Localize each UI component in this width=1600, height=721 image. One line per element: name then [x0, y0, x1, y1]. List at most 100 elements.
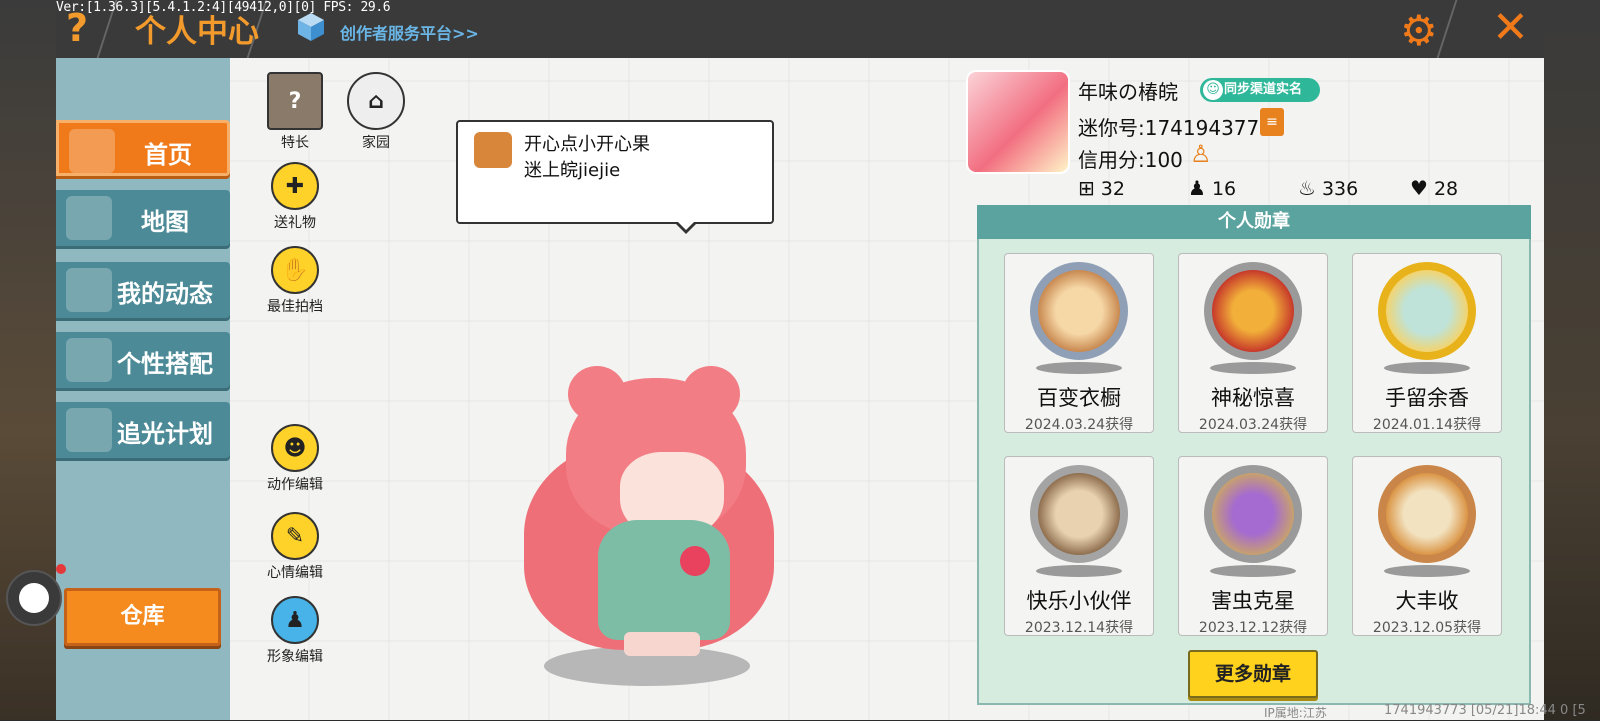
- badge-name: 手留余香: [1385, 386, 1469, 410]
- floating-assist-ball[interactable]: [6, 570, 62, 626]
- medal-pedestal: [1210, 565, 1296, 577]
- stat-likes[interactable]: ♥ 28: [1410, 176, 1458, 200]
- speech-bubble-tail-fill: [676, 220, 696, 230]
- handshake-icon: ✋: [271, 246, 319, 294]
- mood-face-icon: [474, 132, 512, 168]
- badge-name: 害虫克星: [1211, 589, 1295, 613]
- specialty-button[interactable]: ? 特长: [255, 72, 335, 152]
- badge-card[interactable]: 神秘惊喜 2024.03.24获得: [1178, 253, 1328, 433]
- flame-icon: ♨: [1298, 176, 1316, 200]
- sidebar-item-home[interactable]: 首页: [56, 120, 230, 176]
- footer-info: 1741943773 [05/21]18:44 0 [5: [1384, 703, 1586, 718]
- badge-date: 2023.12.05获得: [1372, 620, 1482, 636]
- cube-icon: [297, 12, 325, 42]
- action-edit-button[interactable]: ☻ 动作编辑: [255, 424, 335, 494]
- sidebar-item-outfit[interactable]: 个性搭配: [56, 332, 230, 388]
- sidebar-item-map[interactable]: 地图: [56, 190, 230, 246]
- stat-posts[interactable]: ⊞ 32: [1078, 176, 1125, 200]
- sidebar-item-label: 我的动态: [117, 280, 213, 308]
- close-icon[interactable]: ✕: [1492, 2, 1529, 53]
- badge-date: 2024.03.24获得: [1198, 417, 1308, 433]
- stat-fans[interactable]: ♟ 16: [1188, 176, 1236, 200]
- character-dress: [598, 520, 730, 640]
- avatar-edit-label: 形象编辑: [267, 649, 323, 665]
- copy-icon[interactable]: ≡: [1260, 108, 1284, 136]
- sidebar-item-label: 追光计划: [117, 420, 213, 448]
- badge-card[interactable]: 大丰收 2023.12.05获得: [1352, 456, 1502, 636]
- specialty-label: 特长: [281, 135, 309, 151]
- medal-pedestal: [1384, 565, 1470, 577]
- warehouse-button[interactable]: 仓库: [64, 588, 221, 646]
- avatar[interactable]: [966, 70, 1070, 174]
- question-box-icon: ?: [267, 72, 323, 130]
- badge-date: 2023.12.12获得: [1198, 620, 1308, 636]
- best-partner-label: 最佳拍档: [267, 299, 323, 315]
- fans-icon: ♟: [1188, 176, 1206, 200]
- stat-fans-value: 16: [1211, 178, 1237, 200]
- credit-person-icon[interactable]: ♙: [1190, 140, 1212, 168]
- more-badges-button[interactable]: 更多勋章: [1188, 650, 1318, 698]
- medal-wardrobe-icon: [1030, 262, 1128, 360]
- gift-icon: ✚: [271, 162, 319, 210]
- notification-dot: [56, 564, 66, 574]
- badge-card[interactable]: 害虫克星 2023.12.12获得: [1178, 456, 1328, 636]
- sidebar-item-label: 个性搭配: [117, 350, 213, 378]
- ip-location: IP属地:江苏: [1264, 706, 1327, 720]
- sidebar-item-my-updates[interactable]: 我的动态: [56, 262, 230, 318]
- medal-bug-icon: [1204, 465, 1302, 563]
- badge-name: 百变衣橱: [1037, 386, 1121, 410]
- credit-score: 信用分:100: [1078, 148, 1183, 172]
- send-gift-label: 送礼物: [274, 215, 316, 231]
- home-label: 家园: [362, 135, 390, 151]
- mood-edit-button[interactable]: ✎ 心情编辑: [255, 512, 335, 582]
- medal-pedestal: [1036, 362, 1122, 374]
- medal-pedestal: [1210, 362, 1296, 374]
- action-edit-label: 动作编辑: [267, 477, 323, 493]
- debug-version-text: Ver:[1.36.3][5.4.1.2:4][49412,0][0] FPS:…: [56, 0, 391, 15]
- shirt-icon: ♟: [271, 596, 319, 644]
- robot-icon: ☻: [271, 424, 319, 472]
- warehouse-button-label: 仓库: [120, 604, 165, 629]
- stat-popularity-value: 336: [1321, 178, 1359, 200]
- stat-popularity[interactable]: ♨ 336: [1298, 176, 1358, 200]
- medal-gift-icon: [1204, 262, 1302, 360]
- sidebar-item-light-plan[interactable]: 追光计划: [56, 402, 230, 458]
- avatar-edit-button[interactable]: ♟ 形象编辑: [255, 596, 335, 666]
- badge-card[interactable]: 手留余香 2024.01.14获得: [1352, 253, 1502, 433]
- medal-pedestal: [1036, 565, 1122, 577]
- medal-friends-icon: [1030, 465, 1128, 563]
- home-button[interactable]: ⌂ 家园: [336, 72, 416, 152]
- badge-date: 2023.12.14获得: [1024, 620, 1134, 636]
- best-partner-button[interactable]: ✋ 最佳拍档: [255, 246, 335, 316]
- top-bar-divider: [1436, 0, 1458, 58]
- medal-plant-icon: [1378, 262, 1476, 360]
- medal-harvest-icon: [1378, 465, 1476, 563]
- person-icon: ☺: [1203, 80, 1223, 100]
- character-rose: [680, 546, 710, 576]
- heart-icon: ♥: [1410, 176, 1428, 200]
- stat-posts-value: 32: [1100, 178, 1125, 200]
- badge-name: 神秘惊喜: [1211, 386, 1295, 410]
- mood-edit-label: 心情编辑: [267, 565, 323, 581]
- floating-ball-inner: [19, 583, 49, 613]
- stat-likes-value: 28: [1433, 178, 1459, 200]
- gear-icon[interactable]: ⚙: [1400, 6, 1438, 55]
- nickname: 年味の椿皖: [1078, 80, 1178, 104]
- mini-id: 迷你号:1741943773: [1078, 116, 1272, 140]
- badge-date: 2024.01.14获得: [1372, 417, 1482, 433]
- edit-pencil-icon: ✎: [271, 512, 319, 560]
- creator-platform-link[interactable]: 创作者服务平台>>: [340, 20, 479, 44]
- sidebar-item-label: 首页: [144, 141, 192, 169]
- badge-card[interactable]: 百变衣橱 2024.03.24获得: [1004, 253, 1154, 433]
- house-icon: ⌂: [347, 72, 405, 130]
- badge-name: 大丰收: [1395, 589, 1459, 613]
- right-frame: [1544, 0, 1600, 720]
- character-legs: [624, 632, 700, 656]
- badge-date: 2024.03.24获得: [1024, 417, 1134, 433]
- medal-pedestal: [1384, 362, 1470, 374]
- badge-card[interactable]: 快乐小伙伴 2023.12.14获得: [1004, 456, 1154, 636]
- send-gift-button[interactable]: ✚ 送礼物: [255, 162, 335, 232]
- sidebar-item-label: 地图: [141, 208, 189, 236]
- mood-text-line2: 迷上皖jiejie: [524, 160, 621, 181]
- mood-text-line1: 开心点小开心果: [524, 134, 650, 155]
